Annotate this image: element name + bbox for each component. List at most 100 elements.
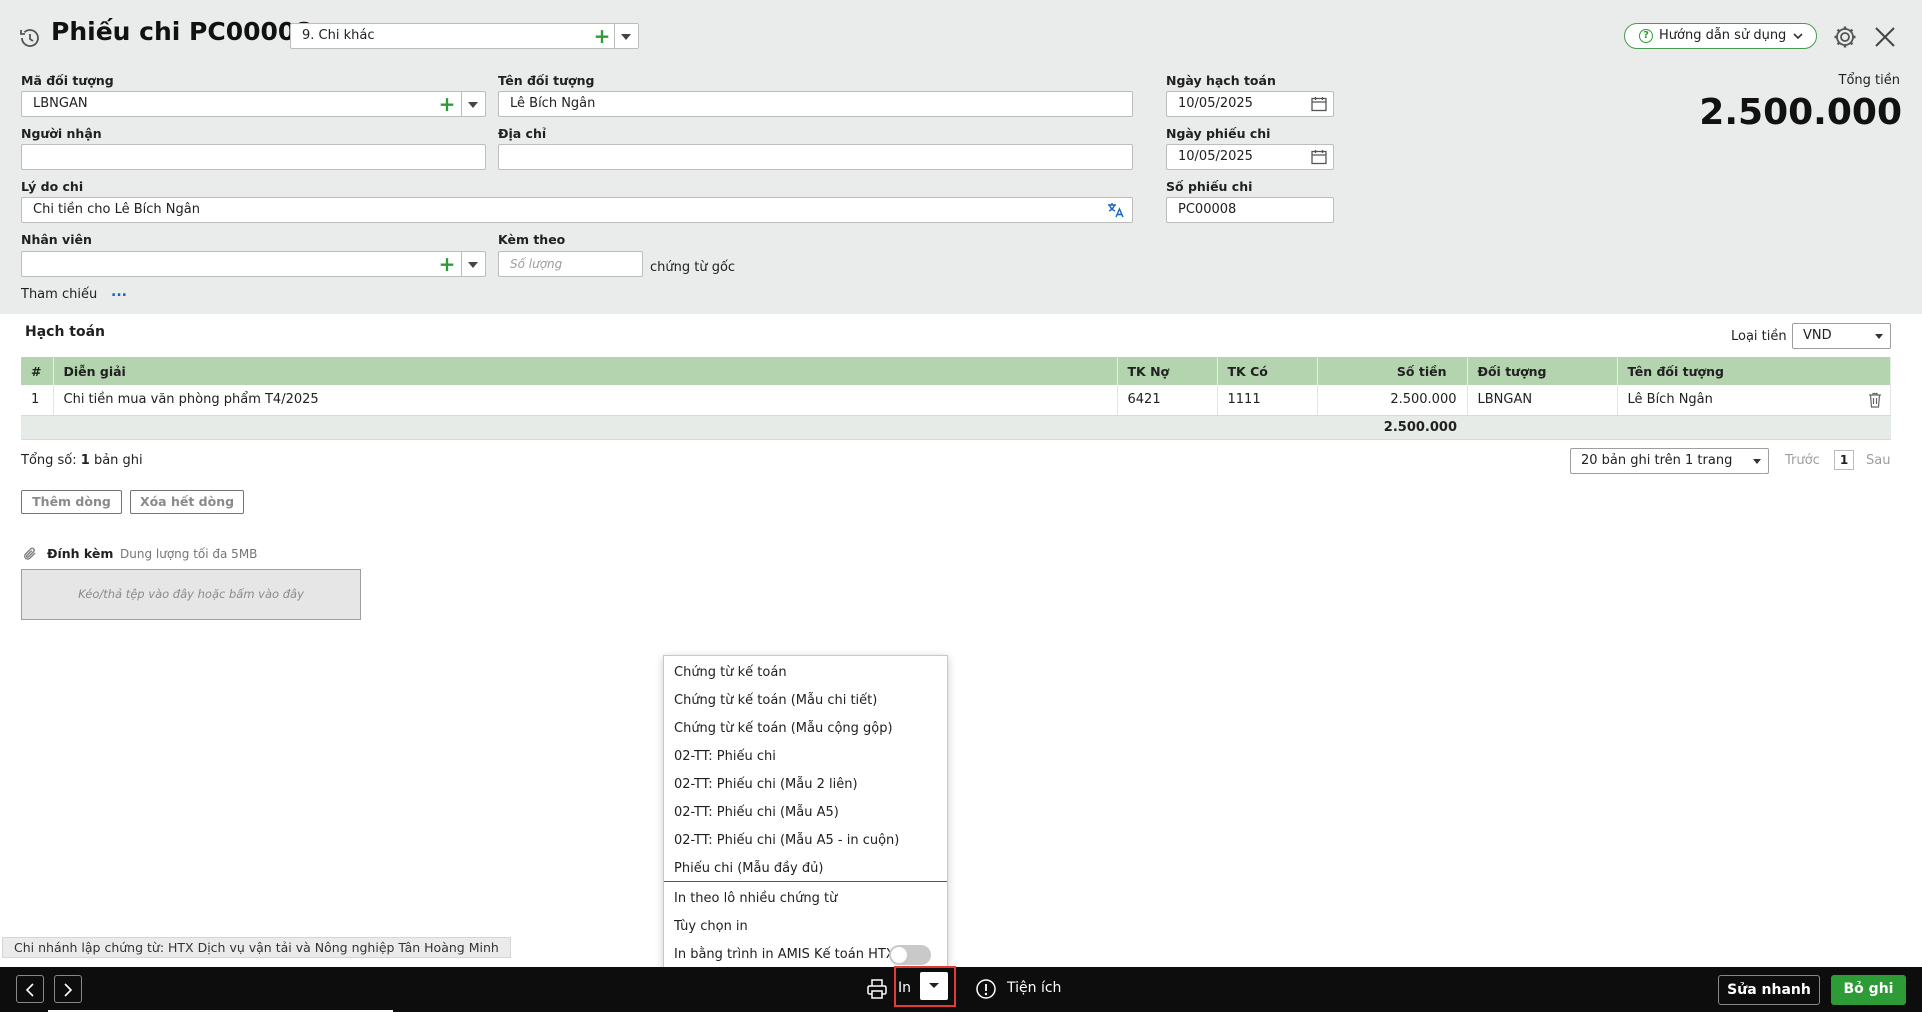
voucher-no-input[interactable]: PC00008 <box>1166 197 1334 223</box>
quick-edit-button[interactable]: Sửa nhanh <box>1718 975 1820 1005</box>
menu-item-accounting-voucher-detail[interactable]: Chứng từ kế toán (Mẫu chi tiết) <box>674 693 877 708</box>
currency-label: Loại tiền <box>1731 329 1787 344</box>
cell-no: 1 <box>21 385 54 416</box>
voucher-date-input[interactable]: 10/05/2025 <box>1166 144 1334 170</box>
chevron-right-icon <box>64 983 73 997</box>
voucher-type-value: 9. Chi khác <box>302 28 375 43</box>
col-header-desc: Diễn giải <box>53 357 1118 385</box>
accounting-table: # Diễn giải TK Nợ TK Có Số tiền Đối tượn… <box>21 357 1891 440</box>
table-header-row: # Diễn giải TK Nợ TK Có Số tiền Đối tượn… <box>21 357 1891 385</box>
currency-select[interactable]: VND <box>1792 323 1891 349</box>
menu-item-accounting-voucher[interactable]: Chứng từ kế toán <box>674 665 787 680</box>
chevron-down-icon[interactable] <box>468 102 478 108</box>
user-guide-label: Hướng dẫn sử dụng <box>1659 28 1787 43</box>
page-size-select[interactable]: 20 bản ghi trên 1 trang <box>1570 448 1769 474</box>
receiver-label: Người nhận <box>21 126 102 141</box>
current-page[interactable]: 1 <box>1834 450 1854 470</box>
table-sum-row: 2.500.000 <box>21 415 1891 440</box>
printer-icon[interactable] <box>866 978 888 1000</box>
total-amount: 2.500.000 <box>1699 92 1902 133</box>
address-input[interactable] <box>498 144 1133 170</box>
col-header-object-name: Tên đối tượng <box>1617 357 1891 385</box>
table-row[interactable]: 1 Chi tiền mua văn phòng phẩm T4/2025 64… <box>21 385 1891 416</box>
dropdown-button[interactable] <box>920 972 948 1000</box>
menu-item-print-options[interactable]: Tùy chọn in <box>674 919 748 934</box>
cell-amount[interactable]: 2.500.000 <box>1317 385 1468 416</box>
add-employee-icon[interactable]: + <box>437 252 457 276</box>
cell-object[interactable]: LBNGAN <box>1467 385 1618 416</box>
chevron-down-icon[interactable] <box>468 262 478 268</box>
menu-item-payment-voucher-2-copies[interactable]: 02-TT: Phiếu chi (Mẫu 2 liên) <box>674 777 858 792</box>
menu-divider <box>664 881 947 882</box>
chevron-left-icon <box>25 983 34 997</box>
delete-all-rows-button[interactable]: Xóa hết dòng <box>130 490 244 514</box>
object-code-input[interactable]: LBNGAN <box>21 91 486 117</box>
attachment-label: Đính kèm <box>47 546 114 561</box>
chevron-down-icon[interactable] <box>621 34 631 40</box>
user-guide-button[interactable]: ? Hướng dẫn sử dụng <box>1624 23 1817 49</box>
menu-item-payment-voucher-a5-roll[interactable]: 02-TT: Phiếu chi (Mẫu A5 - in cuộn) <box>674 833 899 848</box>
trash-icon[interactable] <box>1868 392 1882 408</box>
caret-down-icon <box>929 983 939 988</box>
menu-item-payment-voucher[interactable]: 02-TT: Phiếu chi <box>674 749 776 764</box>
close-icon[interactable] <box>1873 25 1897 49</box>
object-name-value: Lê Bích Ngân <box>510 96 596 111</box>
cell-debit[interactable]: 6421 <box>1117 385 1218 416</box>
attach-label: Kèm theo <box>498 232 566 247</box>
reason-label: Lý do chi <box>21 179 84 194</box>
help-icon: ? <box>1639 29 1653 43</box>
cell-credit[interactable]: 1111 <box>1217 385 1318 416</box>
attach-quantity-input[interactable]: Số lượng <box>498 251 643 277</box>
col-header-amount: Số tiền <box>1317 357 1468 385</box>
amis-printer-toggle[interactable] <box>889 945 931 965</box>
cell-object-name[interactable]: Lê Bích Ngân <box>1617 385 1891 416</box>
unpost-button[interactable]: Bỏ ghi <box>1831 975 1906 1005</box>
reference-link[interactable]: ... <box>111 284 127 300</box>
print-dropdown-toggle[interactable] <box>894 966 956 1007</box>
menu-item-amis-printer[interactable]: In bằng trình in AMIS Kế toán HTX <box>674 947 895 962</box>
attach-suffix: chứng từ gốc <box>650 260 736 275</box>
utilities-button[interactable]: Tiện ích <box>1007 980 1061 996</box>
object-code-label: Mã đối tượng <box>21 73 114 88</box>
history-icon[interactable] <box>17 25 43 51</box>
record-count-suffix: bản ghi <box>93 453 143 468</box>
translate-icon[interactable] <box>1107 202 1125 218</box>
attachment-hint: Dung lượng tối đa 5MB <box>120 547 258 561</box>
employee-label: Nhân viên <box>21 232 92 247</box>
add-row-button[interactable]: Thêm dòng <box>21 490 122 514</box>
cell-desc[interactable]: Chi tiền mua văn phòng phẩm T4/2025 <box>53 385 1118 416</box>
voucher-no-label: Số phiếu chi <box>1166 179 1253 194</box>
object-name-input[interactable]: Lê Bích Ngân <box>498 91 1133 117</box>
prev-page-link[interactable]: Trước <box>1785 453 1820 468</box>
menu-item-payment-voucher-a5[interactable]: 02-TT: Phiếu chi (Mẫu A5) <box>674 805 839 820</box>
voucher-no-value: PC00008 <box>1178 202 1237 217</box>
menu-item-batch-print[interactable]: In theo lô nhiều chứng từ <box>674 891 837 906</box>
reason-value: Chi tiền cho Lê Bích Ngân <box>33 202 200 217</box>
employee-input[interactable] <box>21 251 486 277</box>
next-page-link[interactable]: Sau <box>1866 453 1890 468</box>
posting-date-value: 10/05/2025 <box>1178 96 1253 111</box>
branch-info: Chi nhánh lập chứng từ: HTX Dịch vụ vận … <box>2 937 511 958</box>
col-header-debit: TK Nợ <box>1117 357 1218 385</box>
next-record-button[interactable] <box>54 975 82 1003</box>
posting-date-label: Ngày hạch toán <box>1166 73 1276 88</box>
previous-record-button[interactable] <box>16 975 44 1003</box>
divider <box>461 252 462 276</box>
posting-date-input[interactable]: 10/05/2025 <box>1166 91 1334 117</box>
divider <box>461 92 462 116</box>
gear-icon[interactable] <box>1832 24 1858 50</box>
menu-item-accounting-voucher-summary[interactable]: Chứng từ kế toán (Mẫu cộng gộp) <box>674 721 893 736</box>
receiver-input[interactable] <box>21 144 486 170</box>
add-object-icon[interactable]: + <box>437 92 457 116</box>
add-type-icon[interactable]: + <box>592 24 612 48</box>
reason-input[interactable]: Chi tiền cho Lê Bích Ngân <box>21 197 1133 223</box>
menu-item-payment-voucher-full[interactable]: Phiếu chi (Mẫu đầy đủ) <box>674 861 823 876</box>
calendar-icon[interactable] <box>1311 96 1327 112</box>
voucher-type-select[interactable]: 9. Chi khác <box>290 23 639 49</box>
print-dropdown-menu: Chứng từ kế toán Chứng từ kế toán (Mẫu c… <box>663 655 948 973</box>
attachment-dropzone[interactable]: Kéo/thả tệp vào đây hoặc bấm vào đây <box>21 569 361 620</box>
calendar-icon[interactable] <box>1311 149 1327 165</box>
col-header-object: Đối tượng <box>1467 357 1618 385</box>
info-icon[interactable] <box>975 978 997 1000</box>
caret-down-icon <box>1753 459 1761 464</box>
